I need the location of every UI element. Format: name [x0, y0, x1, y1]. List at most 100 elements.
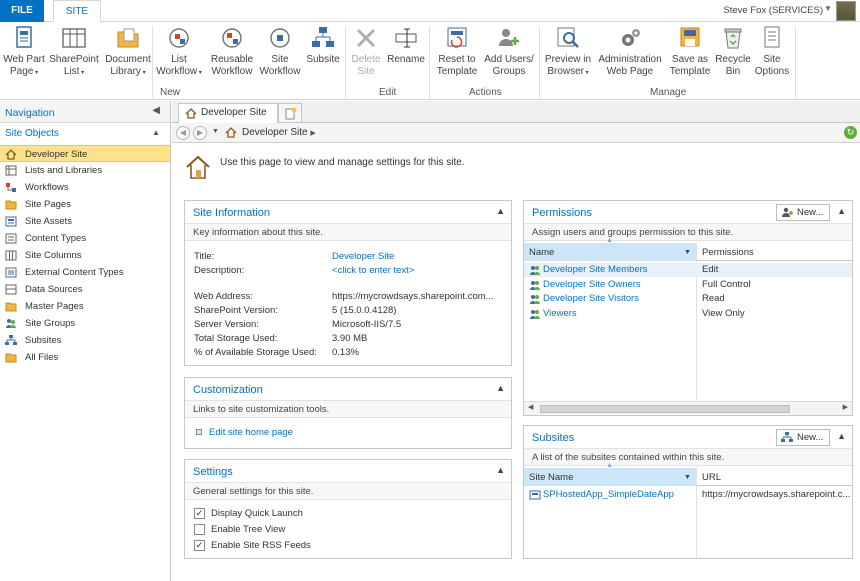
column-header-url[interactable]: URL [697, 468, 852, 486]
list-workflow-button[interactable]: List Workflow ▾ [154, 25, 204, 79]
nav-item-master-pages[interactable]: Master Pages [0, 298, 170, 315]
history-dropdown-icon[interactable]: ▼ [212, 128, 219, 135]
user-name[interactable]: Steve Fox (SERVICES) [723, 5, 823, 16]
storage-percent-value: 0.13% [332, 347, 359, 358]
document-library-button[interactable]: Document Library ▾ [103, 25, 153, 79]
enable-tree-view-checkbox[interactable] [194, 524, 205, 535]
recycle-bin-icon [724, 28, 742, 49]
breadcrumb[interactable]: Developer Site ▶ [242, 127, 316, 138]
site-objects-collapse-icon[interactable]: ▲ [152, 128, 160, 137]
column-header-name[interactable]: Name ▲ ▼ [524, 237, 696, 261]
breadcrumb-arrow-icon[interactable]: ▶ [310, 130, 315, 137]
nav-item-label: External Content Types [25, 267, 124, 278]
administration-web-page-button[interactable]: Administration Web Page [595, 25, 665, 78]
collapse-panel-icon[interactable]: ▲ [496, 383, 505, 393]
subsite-name[interactable]: SPHostedApp_SimpleDateApp [543, 489, 674, 500]
customization-panel: Customization ▲ Links to site customizat… [184, 377, 512, 449]
column-filter-icon[interactable]: ▼ [684, 249, 691, 256]
home-icon [185, 108, 197, 119]
edit-site-home-page-link[interactable]: Edit site home page [209, 427, 293, 438]
back-button[interactable]: ◀ [176, 126, 190, 140]
forward-button[interactable]: ▶ [193, 126, 207, 140]
subsites-grid-header: Site Name ▲ ▼ URL [524, 462, 852, 486]
enable-rss-feeds-checkbox[interactable]: ✓ [194, 540, 205, 551]
nav-item-site-columns[interactable]: Site Columns [0, 247, 170, 264]
permission-group-name[interactable]: Viewers [543, 308, 577, 319]
breadcrumb-item[interactable]: Developer Site [242, 127, 308, 138]
column-header-label: URL [702, 472, 722, 483]
new-subsite-button[interactable]: New... [776, 429, 830, 446]
nav-item-site-pages[interactable]: Site Pages [0, 196, 170, 213]
web-part-page-button[interactable]: Web Part Page ▾ [2, 25, 46, 79]
nav-item-site-groups[interactable]: Site Groups [0, 315, 170, 332]
column-header-site-name[interactable]: Site Name ▲ ▼ [524, 462, 696, 486]
preview-in-browser-button[interactable]: Preview in Browser ▾ [541, 25, 595, 79]
save-as-template-button[interactable]: Save as Template [666, 25, 714, 78]
panel-title: Settings [193, 466, 233, 478]
nav-item-developer-site[interactable]: Developer Site [0, 145, 170, 162]
add-user-icon [782, 207, 793, 217]
new-permission-button[interactable]: New... [776, 204, 830, 221]
nav-item-label: Lists and Libraries [25, 165, 103, 176]
collapse-panel-icon[interactable]: ▲ [496, 206, 505, 216]
column-filter-icon[interactable]: ▼ [684, 474, 691, 481]
nav-item-all-files[interactable]: All Files [0, 349, 170, 366]
scroll-right-icon[interactable]: ▶ [843, 403, 848, 411]
title-value[interactable]: Developer Site [332, 251, 394, 262]
nav-item-external-content-types[interactable]: External Content Types [0, 264, 170, 281]
site-workflow-button[interactable]: Site Workflow [257, 25, 303, 78]
panel-description: General settings for this site. [185, 482, 511, 500]
refresh-icon[interactable]: ↻ [844, 126, 857, 139]
table-row[interactable]: Developer Site Visitors [529, 293, 639, 304]
nav-item-site-assets[interactable]: Site Assets [0, 213, 170, 230]
new-tab-button[interactable] [278, 103, 302, 123]
column-header-label: Permissions [702, 247, 754, 258]
table-row[interactable]: Developer Site Owners [529, 279, 641, 290]
collapse-panel-icon[interactable]: ▲ [837, 431, 846, 441]
permission-group-name[interactable]: Developer Site Members [543, 264, 648, 275]
delete-site-button[interactable]: Delete Site [348, 25, 384, 78]
tab-developer-site[interactable]: Developer Site [178, 103, 278, 124]
list-workflow-label: List Workflow [156, 54, 198, 77]
avatar[interactable] [836, 1, 856, 21]
site-options-button[interactable]: Site Options [752, 25, 792, 78]
reset-template-button[interactable]: Reset to Template [432, 25, 482, 78]
scroll-thumb[interactable] [540, 405, 790, 413]
user-menu-caret-icon[interactable]: ▼ [824, 4, 832, 13]
permission-level: Full Control [702, 279, 751, 290]
nav-item-content-types[interactable]: Content Types [0, 230, 170, 247]
subsite-button[interactable]: Subsite [303, 25, 343, 66]
nav-item-lists-and-libraries[interactable]: Lists and Libraries [0, 162, 170, 179]
folder-icon [5, 353, 17, 363]
nav-item-data-sources[interactable]: Data Sources [0, 281, 170, 298]
subsite-url: https://mycrowdsays.sharepoint.c... [702, 489, 851, 500]
tab-file[interactable]: FILE [0, 0, 44, 22]
reusable-workflow-button[interactable]: Reusable Workflow [206, 25, 258, 78]
nav-item-label: All Files [25, 352, 59, 363]
top-bar: FILE SITE Steve Fox (SERVICES) ▼ [0, 0, 860, 23]
reset-template-label: Reset to Template [436, 54, 478, 77]
add-users-groups-button[interactable]: Add Users/ Groups [483, 25, 535, 78]
rename-button[interactable]: Rename [385, 25, 427, 66]
tab-site[interactable]: SITE [53, 0, 101, 23]
site-objects-heading[interactable]: Site Objects [5, 128, 59, 139]
collapse-panel-icon[interactable]: ▲ [837, 206, 846, 216]
column-header-permissions[interactable]: Permissions [697, 243, 852, 261]
collapse-panel-icon[interactable]: ▲ [496, 465, 505, 475]
nav-item-workflows[interactable]: Workflows [0, 179, 170, 196]
display-quick-launch-checkbox[interactable]: ✓ [194, 508, 205, 519]
table-row[interactable]: SPHostedApp_SimpleDateApp [529, 489, 674, 500]
table-row[interactable]: Developer Site Members [529, 264, 648, 275]
new-subsite-label: New... [797, 432, 824, 443]
collapse-nav-icon[interactable]: ◀ [152, 105, 160, 116]
description-value[interactable]: <click to enter text> [332, 265, 414, 276]
recycle-bin-button[interactable]: Recycle Bin [713, 25, 753, 78]
horizontal-scrollbar[interactable]: ◀ ▶ [524, 401, 852, 415]
permission-group-name[interactable]: Developer Site Owners [543, 279, 641, 290]
nav-item-subsites[interactable]: Subsites [0, 332, 170, 349]
scroll-left-icon[interactable]: ◀ [528, 403, 533, 411]
table-row[interactable]: Viewers [529, 308, 577, 319]
permission-group-name[interactable]: Developer Site Visitors [543, 293, 639, 304]
sharepoint-list-button[interactable]: SharePoint List ▾ [47, 25, 101, 79]
nav-item-label: Developer Site [25, 149, 88, 160]
